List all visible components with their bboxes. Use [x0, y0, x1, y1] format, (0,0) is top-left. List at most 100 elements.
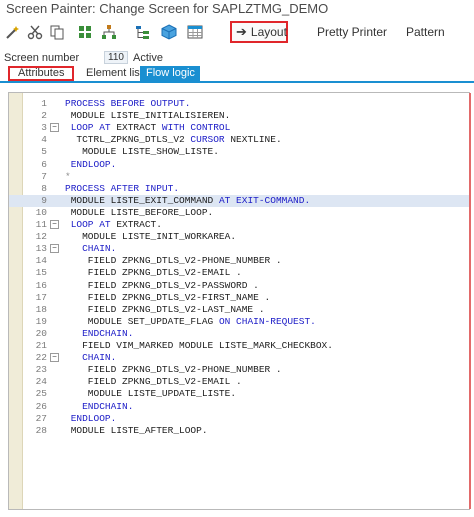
tab-flow-logic[interactable]: Flow logic — [140, 66, 200, 81]
fold-toggle-icon[interactable]: − — [50, 353, 59, 363]
code-token: MODULE LISTE_INITIALISIEREN. — [65, 110, 231, 122]
screen-number-field[interactable]: 110 — [104, 51, 128, 64]
line-number: 25 — [35, 388, 47, 400]
line-number: 6 — [41, 158, 47, 170]
code-token: EXTRACT — [116, 122, 162, 134]
tab-strip: Attributes Element list Flow logic — [4, 66, 474, 81]
code-text: ENDCHAIN. — [65, 401, 133, 413]
code-text: FIELD ZPKNG_DTLS_V2-PHONE_NUMBER . — [65, 364, 282, 376]
line-number: 18 — [35, 303, 47, 315]
code-line[interactable]: 11− LOOP AT EXTRACT. — [9, 219, 469, 231]
grid-icon[interactable] — [76, 23, 94, 41]
code-line[interactable]: 25 MODULE LISTE_UPDATE_LISTE. — [9, 388, 469, 400]
code-line[interactable]: 9 MODULE LISTE_EXIT_COMMAND AT EXIT-COMM… — [9, 194, 469, 207]
code-line[interactable]: 14 FIELD ZPKNG_DTLS_V2-PHONE_NUMBER . — [9, 255, 469, 267]
code-text: LOOP AT EXTRACT. — [65, 219, 162, 231]
code-text: FIELD ZPKNG_DTLS_V2-LAST_NAME . — [65, 304, 265, 316]
code-line[interactable]: 3− LOOP AT EXTRACT WITH CONTROL — [9, 122, 469, 134]
code-line[interactable]: 18 FIELD ZPKNG_DTLS_V2-LAST_NAME . — [9, 304, 469, 316]
code-line[interactable]: 2 MODULE LISTE_INITIALISIEREN. — [9, 110, 469, 122]
pretty-printer-button[interactable]: Pretty Printer — [317, 25, 387, 39]
code-line[interactable]: 4 TCTRL_ZPKNG_DTLS_V2 CURSOR NEXTLINE. — [9, 134, 469, 146]
code-line[interactable]: 19 MODULE SET_UPDATE_FLAG ON CHAIN-REQUE… — [9, 316, 469, 328]
tab-element-list[interactable]: Element list — [80, 66, 143, 81]
code-line[interactable]: 13− CHAIN. — [9, 243, 469, 255]
line-number: 20 — [35, 327, 47, 339]
code-text: MODULE LISTE_SHOW_LISTE. — [65, 146, 219, 158]
code-text: MODULE LISTE_AFTER_LOOP. — [65, 425, 208, 437]
code-token: FIELD ZPKNG_DTLS_V2-LAST_NAME . — [65, 303, 265, 315]
line-number: 14 — [35, 255, 47, 267]
window-title: Screen Painter: Change Screen for SAPLZT… — [6, 1, 329, 16]
code-line[interactable]: 17 FIELD ZPKNG_DTLS_V2-FIRST_NAME . — [9, 292, 469, 304]
line-number: 27 — [35, 412, 47, 424]
editor-right-margin — [469, 93, 471, 509]
code-line[interactable]: 10 MODULE LISTE_BEFORE_LOOP. — [9, 207, 469, 219]
magic-wand-icon[interactable] — [4, 23, 22, 41]
code-line[interactable]: 24 FIELD ZPKNG_DTLS_V2-EMAIL . — [9, 376, 469, 388]
code-line[interactable]: 15 FIELD ZPKNG_DTLS_V2-EMAIL . — [9, 267, 469, 279]
copy-icon[interactable] — [48, 23, 66, 41]
toolbar: ➔ Layout Pretty Printer Pattern — [0, 20, 474, 46]
keyword-token: ENDLOOP. — [65, 412, 117, 424]
code-text: PROCESS BEFORE OUTPUT. — [65, 98, 190, 110]
code-text: MODULE LISTE_BEFORE_LOOP. — [65, 207, 214, 219]
fold-toggle-icon[interactable]: − — [50, 220, 59, 229]
code-line[interactable]: 5 MODULE LISTE_SHOW_LISTE. — [9, 146, 469, 158]
scissors-icon[interactable] — [26, 23, 44, 41]
code-token: FIELD ZPKNG_DTLS_V2-EMAIL . — [65, 376, 242, 388]
table-icon[interactable] — [186, 23, 204, 41]
line-number: 28 — [35, 424, 47, 436]
code-text: ENDCHAIN. — [65, 328, 133, 340]
line-number: 12 — [35, 231, 47, 243]
cube-icon[interactable] — [160, 23, 178, 41]
code-line[interactable]: 27 ENDLOOP. — [9, 413, 469, 425]
line-number: 23 — [35, 364, 47, 376]
code-text: MODULE LISTE_UPDATE_LISTE. — [65, 388, 236, 400]
pattern-button[interactable]: Pattern — [406, 25, 445, 39]
keyword-token: AT EXIT-COMMAND. — [218, 194, 311, 206]
code-line[interactable]: 7 * — [9, 171, 469, 183]
layout-button[interactable]: ➔ Layout — [230, 21, 288, 43]
code-line[interactable]: 6 ENDLOOP. — [9, 159, 469, 171]
comment-token: * — [65, 170, 71, 182]
code-text: MODULE SET_UPDATE_FLAG ON CHAIN-REQUEST. — [65, 316, 316, 328]
code-line[interactable]: 23 FIELD ZPKNG_DTLS_V2-PHONE_NUMBER . — [9, 364, 469, 376]
line-number: 3 — [41, 122, 47, 134]
screen-status: Active — [133, 52, 163, 64]
keyword-token: PROCESS BEFORE OUTPUT. — [65, 98, 191, 109]
keyword-token: CHAIN. — [65, 352, 117, 364]
code-line[interactable]: 16 FIELD ZPKNG_DTLS_V2-PASSWORD . — [9, 280, 469, 292]
code-line[interactable]: 20 ENDCHAIN. — [9, 328, 469, 340]
code-token: TCTRL_ZPKNG_DTLS_V2 — [65, 134, 191, 146]
code-text: ENDLOOP. — [65, 159, 117, 171]
line-number: 15 — [35, 267, 47, 279]
line-number: 4 — [41, 134, 47, 146]
tree-struct-icon[interactable] — [134, 23, 152, 41]
code-token: MODULE LISTE_AFTER_LOOP. — [65, 424, 208, 436]
code-line[interactable]: 26 ENDCHAIN. — [9, 401, 469, 413]
fold-toggle-icon[interactable]: − — [50, 123, 59, 133]
line-number: 26 — [35, 400, 47, 412]
code-token: NEXTLINE. — [230, 134, 282, 146]
code-text: FIELD ZPKNG_DTLS_V2-PASSWORD . — [65, 280, 259, 292]
code-text: MODULE LISTE_INIT_WORKAREA. — [65, 231, 236, 243]
code-line[interactable]: 8 PROCESS AFTER INPUT. — [9, 183, 469, 195]
code-line[interactable]: 28 MODULE LISTE_AFTER_LOOP. — [9, 425, 469, 437]
arrow-right-icon: ➔ — [236, 24, 247, 39]
code-token: MODULE LISTE_UPDATE_LISTE. — [65, 388, 237, 400]
code-line[interactable]: 22− CHAIN. — [9, 352, 469, 364]
line-number: 5 — [41, 146, 47, 158]
line-number: 24 — [35, 376, 47, 388]
keyword-token: LOOP AT — [65, 122, 117, 134]
keyword-token: ON CHAIN-REQUEST. — [218, 315, 316, 327]
tab-attributes[interactable]: Attributes — [8, 66, 74, 81]
code-editor[interactable]: 1 PROCESS BEFORE OUTPUT. 2 MODULE LISTE_IN… — [8, 92, 471, 510]
code-line[interactable]: 1 PROCESS BEFORE OUTPUT. — [9, 98, 469, 110]
code-line[interactable]: 12 MODULE LISTE_INIT_WORKAREA. — [9, 231, 469, 243]
line-number: 2 — [41, 110, 47, 122]
code-line[interactable]: 21 FIELD VIM_MARKED MODULE LISTE_MARK_CH… — [9, 340, 469, 352]
code-token: FIELD ZPKNG_DTLS_V2-PHONE_NUMBER . — [65, 255, 282, 267]
tree-icon[interactable] — [100, 23, 118, 41]
fold-toggle-icon[interactable]: − — [50, 244, 59, 254]
